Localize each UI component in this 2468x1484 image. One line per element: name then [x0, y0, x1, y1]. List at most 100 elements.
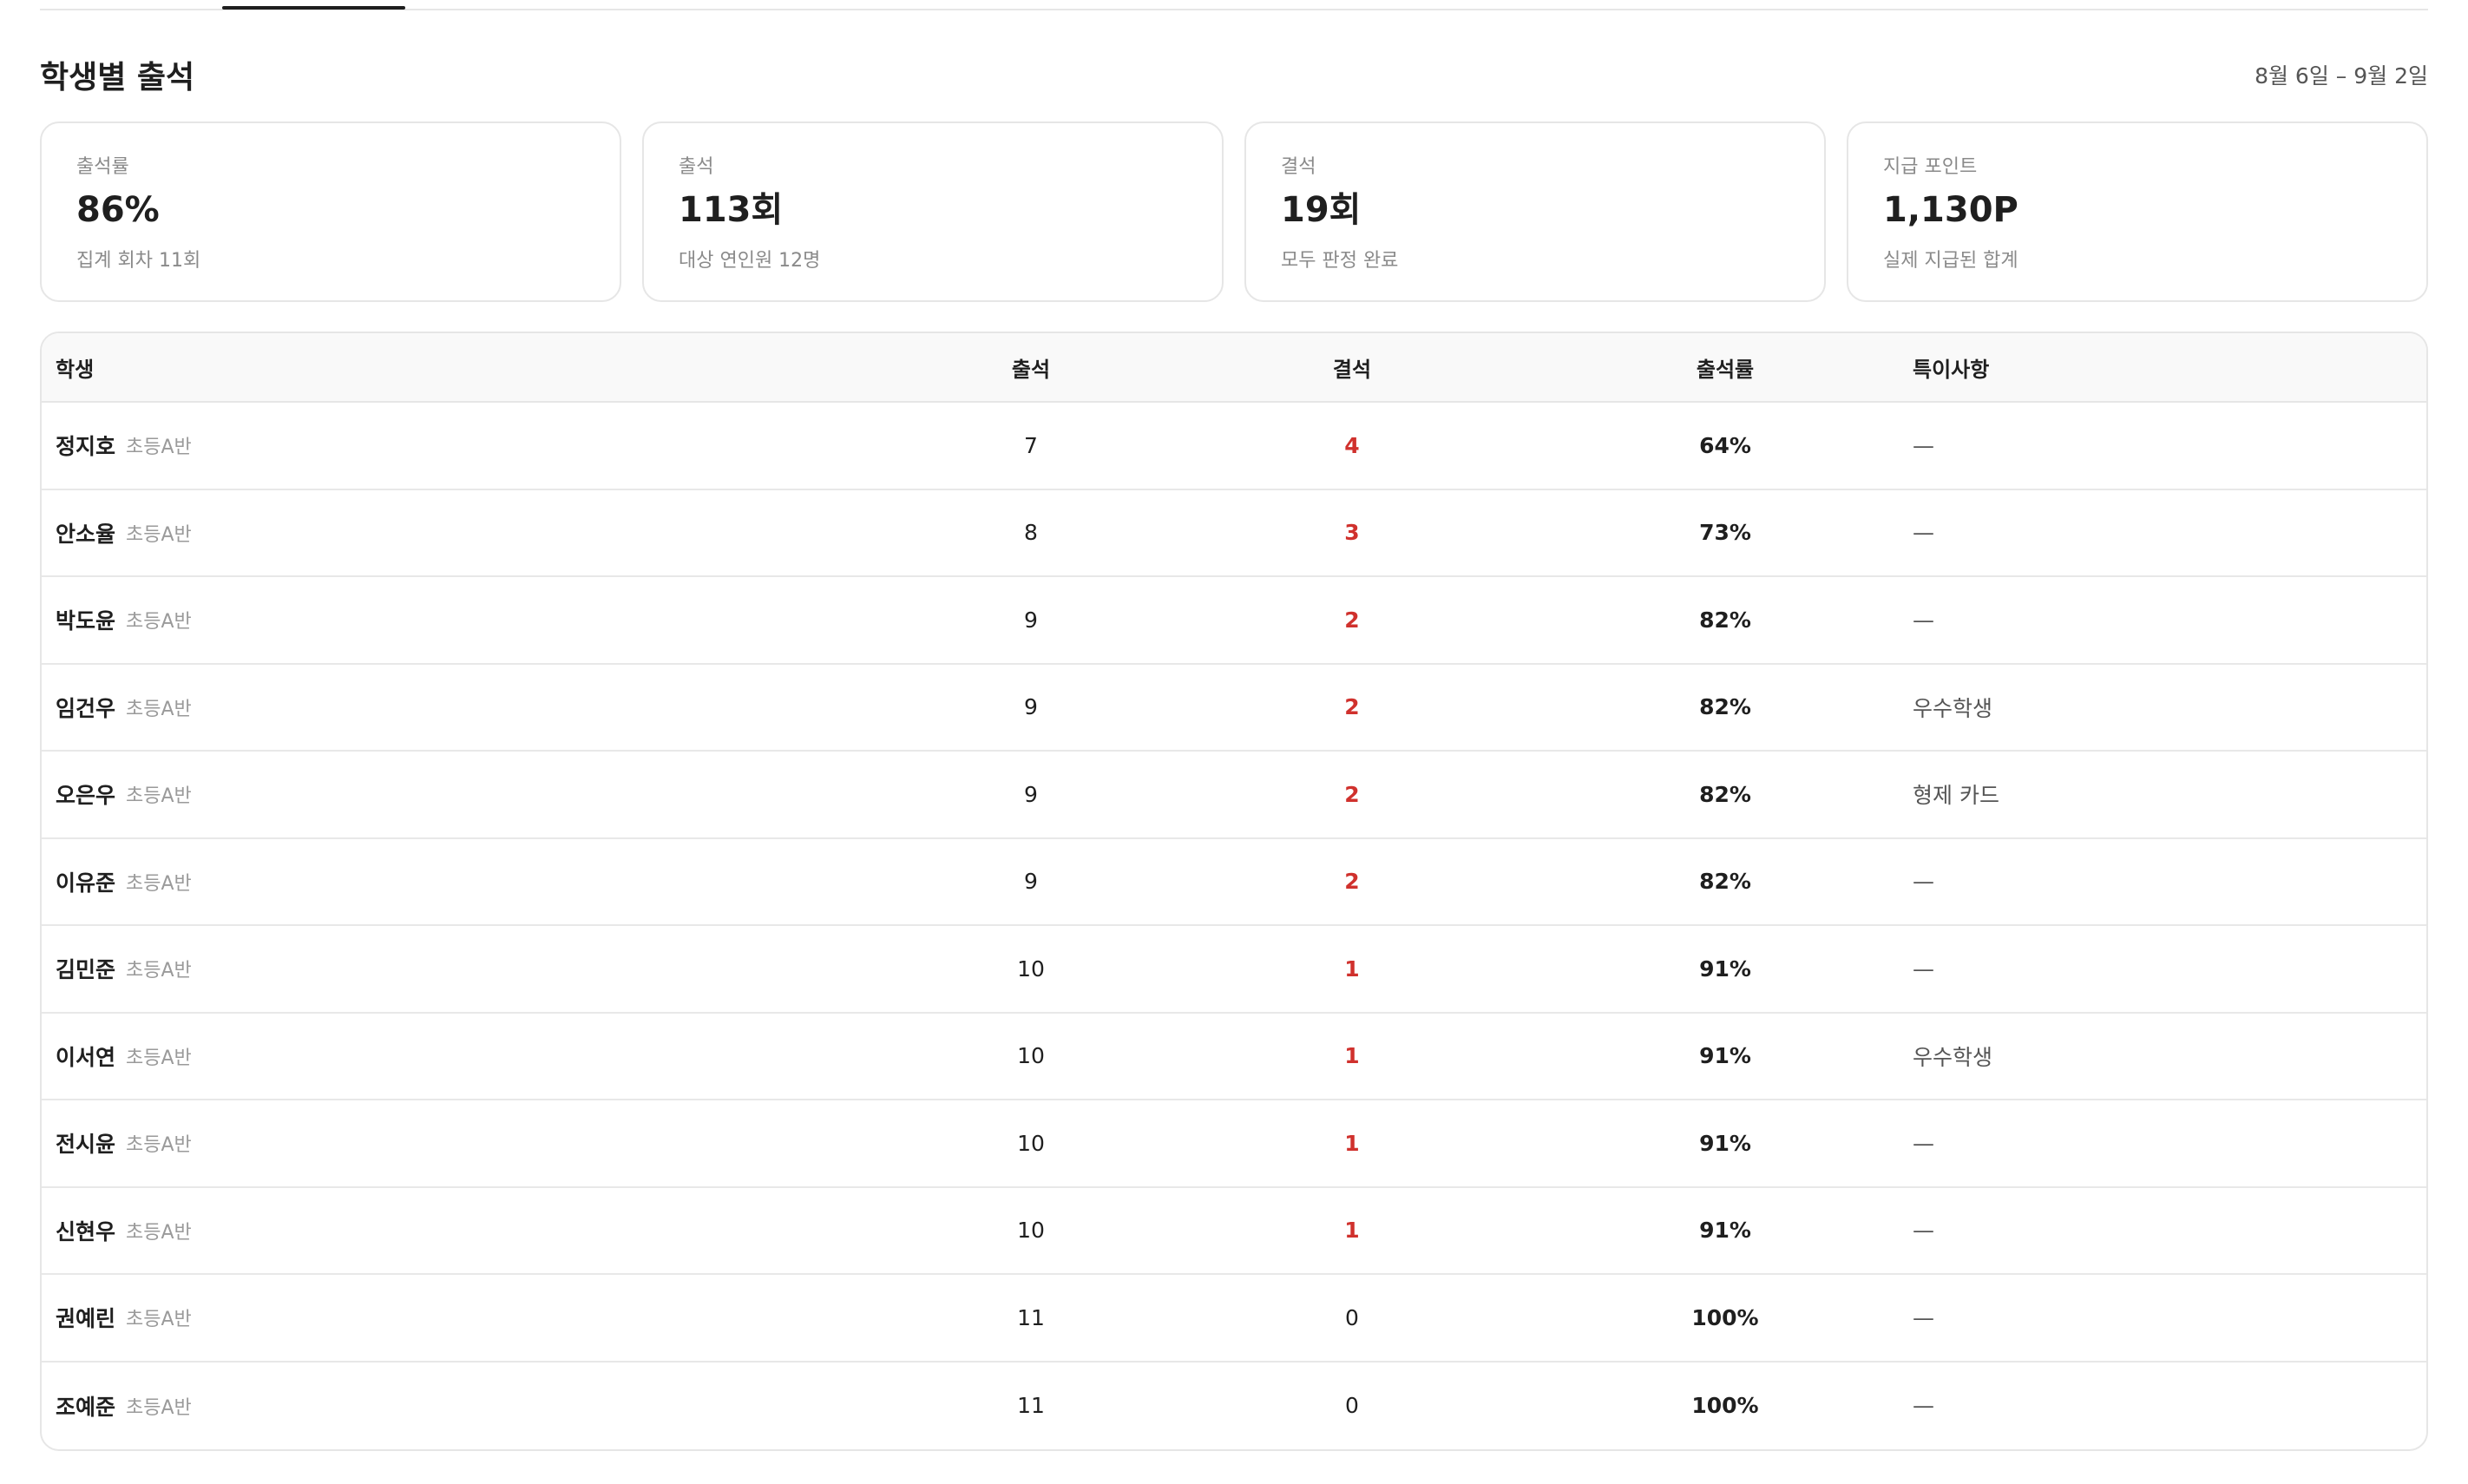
- note: 우수학생: [1913, 1044, 1993, 1070]
- attendance-count: 11: [1017, 1304, 1045, 1330]
- student-name[interactable]: 전시윤: [56, 1127, 115, 1159]
- absence-count: 1: [1344, 955, 1360, 982]
- student-name[interactable]: 김민준: [56, 953, 115, 984]
- header-student[interactable]: 학생: [56, 333, 94, 401]
- student-class: 초등A반: [126, 960, 192, 982]
- card-value: 113회: [679, 190, 784, 230]
- header-note[interactable]: 특이사항: [1913, 333, 1989, 401]
- student-cell: 오은우 초등A반: [56, 752, 192, 837]
- attendance-count: 9: [1024, 694, 1038, 720]
- header-rate[interactable]: 출석률: [1638, 333, 1812, 401]
- student-class: 초등A반: [126, 872, 192, 895]
- attendance-count: 11: [1017, 1393, 1045, 1419]
- student-cell: 이서연 초등A반: [56, 1014, 192, 1100]
- absence-count: 3: [1344, 520, 1360, 546]
- attendance-rate: 82%: [1699, 869, 1751, 895]
- student-cell: 안소율 초등A반: [56, 490, 192, 576]
- table-row[interactable]: 이유준 초등A반 9 2 82% —: [42, 839, 2426, 926]
- card-subtext: 실제 지급된 합계: [1883, 250, 2018, 272]
- student-class: 초등A반: [126, 1047, 192, 1069]
- absence-count: 1: [1344, 1218, 1360, 1244]
- student-class: 초등A반: [126, 523, 192, 546]
- table-row[interactable]: 박도윤 초등A반 9 2 82% —: [42, 577, 2426, 665]
- student-name[interactable]: 신현우: [56, 1215, 115, 1246]
- absence-count: 1: [1344, 1130, 1360, 1156]
- attendance-count: 10: [1017, 955, 1045, 982]
- note: 형제 카드: [1913, 783, 1999, 809]
- student-class: 초등A반: [126, 1221, 192, 1244]
- student-cell: 이유준 초등A반: [56, 839, 192, 925]
- note: —: [1913, 955, 1934, 982]
- table-row[interactable]: 임건우 초등A반 9 2 82% 우수학생: [42, 665, 2426, 752]
- student-class: 초등A반: [126, 698, 192, 720]
- card-value: 86%: [76, 190, 160, 230]
- attendance-count: 9: [1024, 781, 1038, 807]
- student-name[interactable]: 오은우: [56, 778, 115, 810]
- student-name[interactable]: 임건우: [56, 692, 115, 723]
- attendance-count: 8: [1024, 520, 1038, 546]
- card-label: 출석률: [76, 156, 129, 178]
- table-row[interactable]: 전시윤 초등A반 10 1 91% —: [42, 1100, 2426, 1188]
- card-subtext: 집계 회차 11회: [76, 250, 201, 272]
- student-name[interactable]: 안소율: [56, 517, 115, 548]
- stat-card-attendance-rate: 출석률 86% 집계 회차 11회: [40, 121, 621, 302]
- table-row[interactable]: 김민준 초등A반 10 1 91% —: [42, 926, 2426, 1014]
- student-class: 초등A반: [126, 1134, 192, 1157]
- attendance-count: 10: [1017, 1043, 1045, 1069]
- header-absence[interactable]: 결석: [1265, 333, 1439, 401]
- student-name[interactable]: 정지호: [56, 430, 115, 461]
- table-row[interactable]: 안소율 초등A반 8 3 73% —: [42, 490, 2426, 577]
- card-label: 결석: [1281, 156, 1316, 178]
- student-name[interactable]: 권예린: [56, 1302, 115, 1333]
- section-title: 학생별 출석: [40, 60, 195, 95]
- summary-cards: 출석률 86% 집계 회차 11회 출석 113회 대상 연인원 12명 결석 …: [40, 121, 2428, 302]
- table-row[interactable]: 이서연 초등A반 10 1 91% 우수학생: [42, 1014, 2426, 1100]
- attendance-rate: 91%: [1699, 955, 1751, 982]
- student-cell: 박도윤 초등A반: [56, 577, 192, 663]
- date-range: 8월 6일 – 9월 2일: [2255, 63, 2428, 89]
- card-subtext: 모두 판정 완료: [1281, 250, 1399, 272]
- active-tab-indicator: [222, 6, 405, 10]
- attendance-rate: 91%: [1699, 1043, 1751, 1069]
- student-cell: 임건우 초등A반: [56, 665, 192, 751]
- attendance-count: 10: [1017, 1218, 1045, 1244]
- attendance-rate: 82%: [1699, 607, 1751, 633]
- attendance-rate: 64%: [1699, 432, 1751, 458]
- table-row[interactable]: 신현우 초등A반 10 1 91% —: [42, 1188, 2426, 1275]
- student-cell: 신현우 초등A반: [56, 1188, 192, 1274]
- table-row[interactable]: 오은우 초등A반 9 2 82% 형제 카드: [42, 752, 2426, 839]
- attendance-rate: 100%: [1691, 1304, 1759, 1330]
- table-row[interactable]: 권예린 초등A반 11 0 100% —: [42, 1275, 2426, 1363]
- student-name[interactable]: 이유준: [56, 866, 115, 897]
- attendance-count: 9: [1024, 607, 1038, 633]
- table-row[interactable]: 정지호 초등A반 7 4 64% —: [42, 403, 2426, 490]
- header-attendance[interactable]: 출석: [944, 333, 1118, 401]
- note: —: [1913, 432, 1934, 458]
- absence-count: 1: [1344, 1043, 1360, 1069]
- student-cell: 정지호 초등A반: [56, 403, 192, 489]
- note: —: [1913, 1393, 1934, 1419]
- table-body: 정지호 초등A반 7 4 64% — 안소율 초등A반 8 3 73% — 박도윤 초등A반 9 2 82% — 임…: [42, 403, 2426, 1449]
- absence-count: 2: [1344, 607, 1360, 633]
- stat-card-points: 지급 포인트 1,130P 실제 지급된 합계: [1847, 121, 2428, 302]
- student-class: 초등A반: [126, 437, 192, 459]
- student-class: 초등A반: [126, 785, 192, 808]
- attendance-rate: 73%: [1699, 520, 1751, 546]
- absence-count: 2: [1344, 694, 1360, 720]
- attendance-rate: 82%: [1699, 694, 1751, 720]
- note: —: [1913, 520, 1934, 546]
- student-class: 초등A반: [126, 1396, 192, 1419]
- note: —: [1913, 869, 1934, 895]
- attendance-count: 7: [1024, 432, 1038, 458]
- absence-count: 0: [1345, 1393, 1359, 1419]
- student-name[interactable]: 조예준: [56, 1390, 115, 1422]
- student-name[interactable]: 이서연: [56, 1041, 115, 1072]
- table-row[interactable]: 조예준 초등A반 11 0 100% —: [42, 1363, 2426, 1450]
- student-cell: 전시윤 초등A반: [56, 1100, 192, 1186]
- absence-count: 2: [1344, 869, 1360, 895]
- attendance-rate: 82%: [1699, 781, 1751, 807]
- attendance-rate: 100%: [1691, 1393, 1759, 1419]
- stat-card-attendance: 출석 113회 대상 연인원 12명: [642, 121, 1224, 302]
- student-name[interactable]: 박도윤: [56, 604, 115, 635]
- absence-count: 4: [1344, 432, 1360, 458]
